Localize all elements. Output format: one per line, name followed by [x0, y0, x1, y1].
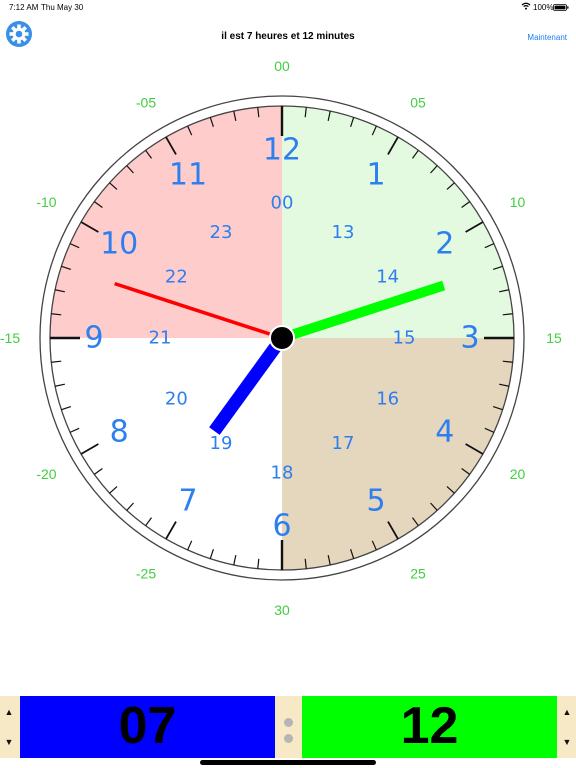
hour-number: 2 — [435, 227, 454, 262]
minute-label: 05 — [410, 94, 426, 110]
hour-number: 7 — [178, 483, 197, 518]
minute-label: 25 — [410, 566, 426, 582]
hour-24-number: 20 — [165, 389, 188, 410]
minute-display[interactable]: 12 — [302, 696, 557, 758]
minute-decrease-button[interactable]: ▼ — [558, 732, 576, 752]
minute-stepper: ▲ ▼ — [558, 696, 576, 758]
minute-label: 15 — [546, 330, 562, 346]
hour-24-number: 23 — [210, 222, 233, 243]
minute-label: -10 — [36, 194, 56, 210]
hour-number: 10 — [100, 227, 138, 262]
hour-24-number: 14 — [376, 267, 399, 288]
time-picker-bar: ▲ ▼ 07 12 ▲ ▼ — [0, 696, 576, 758]
analog-clock[interactable]: 00051015202530-25-20-15-10-0512123456789… — [0, 0, 576, 690]
quadrant-top-left — [50, 106, 282, 338]
hour-number: 4 — [435, 415, 454, 450]
hour-24-number: 17 — [332, 433, 355, 454]
hour-number: 6 — [272, 509, 291, 544]
hour-24-number: 22 — [165, 267, 188, 288]
minute-label: 30 — [274, 602, 290, 618]
minute-label: 10 — [510, 194, 526, 210]
hour-stepper: ▲ ▼ — [0, 696, 18, 758]
minute-increase-button[interactable]: ▲ — [558, 702, 576, 722]
hour-24-number: 15 — [393, 328, 416, 349]
minute-label: -25 — [136, 566, 156, 582]
hour-24-number: 00 — [271, 193, 294, 214]
hour-24-number: 19 — [210, 433, 233, 454]
hour-number: 3 — [460, 321, 479, 356]
hour-number: 9 — [84, 321, 103, 356]
home-indicator — [200, 760, 376, 765]
hour-number: 1 — [366, 158, 385, 193]
hour-increase-button[interactable]: ▲ — [0, 702, 18, 722]
minute-label: -20 — [36, 466, 56, 482]
hour-number: 11 — [169, 158, 207, 193]
hour-decrease-button[interactable]: ▼ — [0, 732, 18, 752]
clock-center-hub — [269, 325, 295, 351]
minute-label: 00 — [274, 58, 290, 74]
separator-dot-top — [284, 718, 293, 727]
hour-display[interactable]: 07 — [20, 696, 275, 758]
hour-24-number: 21 — [149, 328, 172, 349]
quadrant-bottom-right — [282, 338, 514, 570]
separator-dot-bottom — [284, 734, 293, 743]
hour-number: 5 — [366, 483, 385, 518]
quadrant-bottom-left — [50, 338, 282, 570]
hour-24-number: 18 — [271, 463, 294, 484]
minute-label: -05 — [136, 94, 156, 110]
hour-number: 8 — [110, 415, 129, 450]
minute-label: -15 — [0, 330, 20, 346]
hour-24-number: 13 — [332, 222, 355, 243]
hour-number: 12 — [263, 133, 301, 168]
hour-24-number: 16 — [376, 389, 399, 410]
minute-label: 20 — [510, 466, 526, 482]
